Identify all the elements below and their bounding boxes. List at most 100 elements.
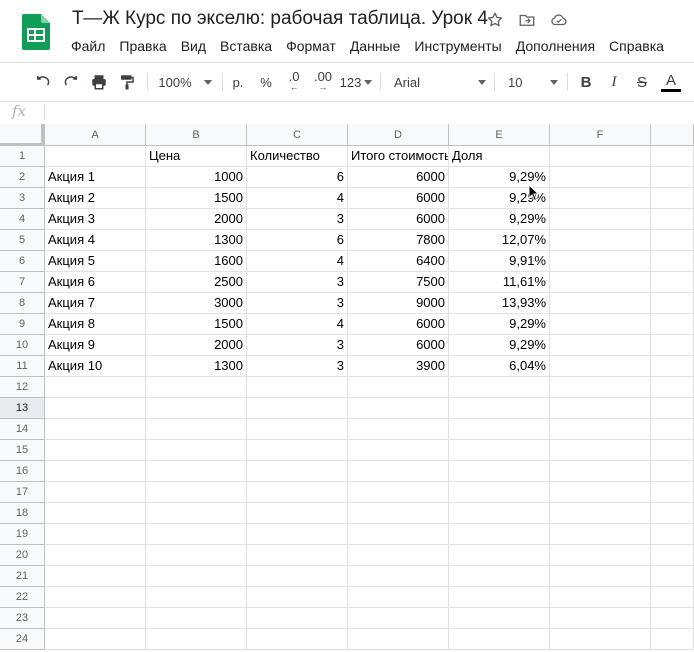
table-cell[interactable] bbox=[550, 503, 651, 524]
table-cell[interactable]: Акция 2 bbox=[45, 188, 146, 209]
table-cell[interactable] bbox=[348, 419, 449, 440]
table-cell[interactable]: Акция 7 bbox=[45, 293, 146, 314]
table-cell[interactable]: 1600 bbox=[146, 251, 247, 272]
table-cell[interactable] bbox=[651, 167, 694, 188]
table-cell[interactable]: 3 bbox=[247, 209, 348, 230]
table-cell[interactable] bbox=[651, 356, 694, 377]
table-cell[interactable] bbox=[550, 398, 651, 419]
row-header-17[interactable]: 17 bbox=[0, 482, 45, 503]
table-cell[interactable] bbox=[651, 146, 694, 167]
table-cell[interactable] bbox=[449, 419, 550, 440]
font-family-select[interactable]: Arial bbox=[394, 69, 486, 95]
table-cell[interactable]: 1500 bbox=[146, 314, 247, 335]
table-cell[interactable] bbox=[348, 608, 449, 629]
table-cell[interactable] bbox=[449, 566, 550, 587]
table-cell[interactable]: 13,93% bbox=[449, 293, 550, 314]
percent-format-button[interactable]: % bbox=[256, 69, 276, 95]
table-cell[interactable] bbox=[651, 272, 694, 293]
table-cell[interactable] bbox=[45, 629, 146, 650]
table-cell[interactable] bbox=[45, 608, 146, 629]
table-cell[interactable] bbox=[550, 188, 651, 209]
table-cell[interactable] bbox=[247, 587, 348, 608]
row-header-1[interactable]: 1 bbox=[0, 146, 45, 167]
table-cell[interactable] bbox=[146, 377, 247, 398]
star-icon[interactable] bbox=[484, 9, 506, 31]
table-cell[interactable]: 9,29% bbox=[449, 209, 550, 230]
table-cell[interactable] bbox=[449, 377, 550, 398]
table-cell[interactable] bbox=[550, 377, 651, 398]
table-cell[interactable]: 4 bbox=[247, 314, 348, 335]
table-cell[interactable] bbox=[348, 503, 449, 524]
table-cell[interactable]: 2000 bbox=[146, 209, 247, 230]
table-cell[interactable] bbox=[247, 482, 348, 503]
table-cell[interactable] bbox=[550, 146, 651, 167]
table-cell[interactable] bbox=[146, 566, 247, 587]
table-cell[interactable] bbox=[449, 524, 550, 545]
table-cell[interactable] bbox=[45, 482, 146, 503]
table-cell[interactable] bbox=[550, 524, 651, 545]
more-formats-select[interactable]: 123 bbox=[340, 69, 373, 95]
table-cell[interactable] bbox=[550, 356, 651, 377]
table-cell[interactable] bbox=[550, 587, 651, 608]
table-cell[interactable] bbox=[449, 398, 550, 419]
row-header-8[interactable]: 8 bbox=[0, 293, 45, 314]
table-cell[interactable]: 6400 bbox=[348, 251, 449, 272]
row-header-23[interactable]: 23 bbox=[0, 608, 45, 629]
table-cell[interactable] bbox=[45, 545, 146, 566]
table-cell[interactable] bbox=[348, 545, 449, 566]
table-cell[interactable]: 9000 bbox=[348, 293, 449, 314]
table-cell[interactable]: 6000 bbox=[348, 314, 449, 335]
table-cell[interactable] bbox=[45, 377, 146, 398]
table-cell[interactable] bbox=[45, 524, 146, 545]
table-cell[interactable]: 3900 bbox=[348, 356, 449, 377]
table-cell[interactable] bbox=[146, 503, 247, 524]
row-header-3[interactable]: 3 bbox=[0, 188, 45, 209]
table-cell[interactable] bbox=[247, 377, 348, 398]
table-cell[interactable] bbox=[550, 629, 651, 650]
column-header-b[interactable]: B bbox=[146, 124, 247, 146]
table-cell[interactable] bbox=[449, 461, 550, 482]
bold-button[interactable]: B bbox=[576, 69, 596, 95]
document-title[interactable]: Т—Ж Курс по экселю: рабочая таблица. Уро… bbox=[72, 8, 488, 30]
table-cell[interactable]: 6000 bbox=[348, 209, 449, 230]
row-header-2[interactable]: 2 bbox=[0, 167, 45, 188]
table-cell[interactable] bbox=[45, 461, 146, 482]
row-header-22[interactable]: 22 bbox=[0, 587, 45, 608]
table-cell[interactable] bbox=[247, 629, 348, 650]
row-header-16[interactable]: 16 bbox=[0, 461, 45, 482]
table-cell[interactable]: 4 bbox=[247, 251, 348, 272]
row-header-4[interactable]: 4 bbox=[0, 209, 45, 230]
table-cell[interactable] bbox=[550, 545, 651, 566]
table-cell[interactable]: Акция 8 bbox=[45, 314, 146, 335]
table-cell[interactable] bbox=[651, 419, 694, 440]
table-cell[interactable] bbox=[651, 209, 694, 230]
table-cell[interactable]: Цена bbox=[146, 146, 247, 167]
table-cell[interactable]: Акция 4 bbox=[45, 230, 146, 251]
font-size-select[interactable]: 10 bbox=[508, 69, 558, 95]
table-cell[interactable]: 6 bbox=[247, 167, 348, 188]
menu-edit[interactable]: Правка bbox=[112, 36, 173, 56]
table-cell[interactable]: 6,04% bbox=[449, 356, 550, 377]
table-cell[interactable] bbox=[550, 482, 651, 503]
table-cell[interactable]: 11,61% bbox=[449, 272, 550, 293]
table-cell[interactable] bbox=[550, 566, 651, 587]
menu-format[interactable]: Формат bbox=[279, 36, 343, 56]
table-cell[interactable]: 3 bbox=[247, 335, 348, 356]
table-cell[interactable] bbox=[247, 524, 348, 545]
table-cell[interactable] bbox=[348, 566, 449, 587]
table-cell[interactable]: 1500 bbox=[146, 188, 247, 209]
table-cell[interactable] bbox=[45, 398, 146, 419]
menu-insert[interactable]: Вставка bbox=[213, 36, 279, 56]
table-cell[interactable] bbox=[45, 587, 146, 608]
table-cell[interactable] bbox=[247, 545, 348, 566]
row-header-14[interactable]: 14 bbox=[0, 419, 45, 440]
table-cell[interactable] bbox=[550, 167, 651, 188]
table-cell[interactable] bbox=[550, 440, 651, 461]
table-cell[interactable] bbox=[449, 629, 550, 650]
table-cell[interactable]: Акция 9 bbox=[45, 335, 146, 356]
table-cell[interactable] bbox=[651, 188, 694, 209]
table-cell[interactable] bbox=[348, 398, 449, 419]
table-cell[interactable] bbox=[651, 314, 694, 335]
table-cell[interactable] bbox=[247, 461, 348, 482]
table-cell[interactable]: 1300 bbox=[146, 356, 247, 377]
